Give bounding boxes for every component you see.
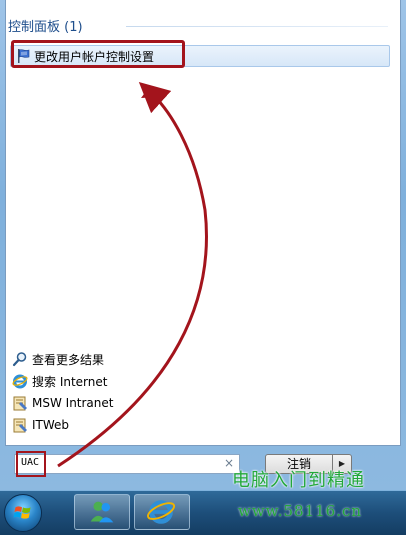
intranet-icon [13, 418, 27, 433]
taskbar-ie-button[interactable] [134, 494, 190, 530]
start-search-input[interactable]: UAC [14, 454, 240, 474]
see-more-results-label: 查看更多结果 [32, 352, 105, 367]
windows-logo-icon [13, 506, 31, 519]
msw-intranet-link[interactable]: MSW Intranet [12, 394, 113, 412]
intranet-icon [13, 396, 27, 411]
msw-intranet-label: MSW Intranet [32, 396, 114, 410]
ie-icon [12, 374, 28, 389]
windows-start-orb-icon[interactable] [4, 494, 42, 532]
ie-icon [147, 500, 176, 524]
taskbar-messenger-button[interactable] [74, 494, 130, 530]
itweb-link[interactable]: ITWeb [12, 416, 69, 434]
search-internet-label: 搜索 Internet [32, 374, 108, 389]
search-icon [12, 352, 27, 367]
group-divider [126, 26, 388, 27]
annotation-box-search [16, 451, 46, 477]
annotation-box-result [11, 40, 185, 68]
group-header-control-panel: 控制面板 (1) [8, 20, 83, 35]
itweb-label: ITWeb [32, 418, 70, 432]
watermark-title: 电脑入门到精通 [232, 470, 365, 491]
messenger-icon [90, 501, 114, 523]
search-internet-link[interactable]: 搜索 Internet [12, 372, 107, 390]
watermark-url: www.58116.cn [238, 502, 363, 520]
see-more-results-link[interactable]: 查看更多结果 [12, 350, 104, 368]
